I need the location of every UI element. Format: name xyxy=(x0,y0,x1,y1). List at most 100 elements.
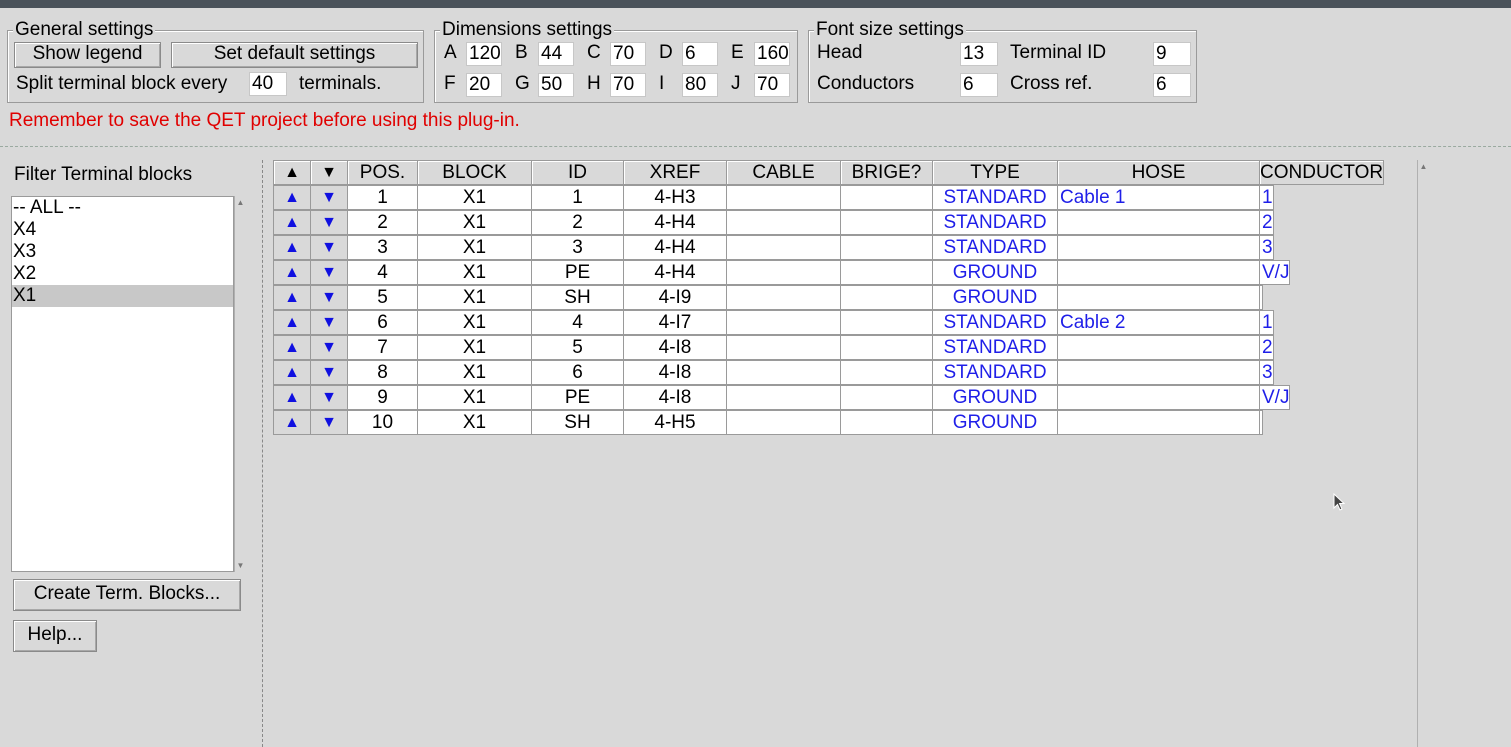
move-down-icon[interactable]: ▼ xyxy=(310,260,348,285)
dimension-d-input[interactable]: 6 xyxy=(682,42,718,66)
cell-hose[interactable] xyxy=(1057,335,1260,360)
cell-type[interactable]: STANDARD xyxy=(932,210,1058,235)
cell-conductor[interactable]: 1 xyxy=(1259,310,1274,335)
cell-hose[interactable] xyxy=(1057,385,1260,410)
cell-type[interactable]: GROUND xyxy=(932,410,1058,435)
cell-cable[interactable] xyxy=(726,385,841,410)
cell-type[interactable]: STANDARD xyxy=(932,310,1058,335)
move-up-icon[interactable]: ▲ xyxy=(273,285,311,310)
cell-type[interactable]: STANDARD xyxy=(932,235,1058,260)
header-id[interactable]: ID xyxy=(531,160,624,185)
header-block[interactable]: BLOCK xyxy=(417,160,532,185)
move-down-icon[interactable]: ▼ xyxy=(310,210,348,235)
scroll-down-icon[interactable]: ▼ xyxy=(236,561,245,570)
cell-type[interactable]: STANDARD xyxy=(932,360,1058,385)
cell-conductor[interactable]: V/J xyxy=(1259,385,1291,410)
move-down-icon[interactable]: ▼ xyxy=(310,310,348,335)
header-brige[interactable]: BRIGE? xyxy=(840,160,933,185)
dimension-f-input[interactable]: 20 xyxy=(466,73,502,97)
pane-divider[interactable] xyxy=(262,160,263,747)
cell-brige[interactable] xyxy=(840,385,933,410)
move-up-icon[interactable]: ▲ xyxy=(273,335,311,360)
move-up-icon[interactable]: ▲ xyxy=(273,385,311,410)
header-pos[interactable]: POS. xyxy=(347,160,418,185)
cell-conductor[interactable] xyxy=(1259,285,1263,310)
cell-brige[interactable] xyxy=(840,285,933,310)
dimension-g-input[interactable]: 50 xyxy=(538,73,574,97)
filter-list-item[interactable]: X2 xyxy=(12,263,233,285)
table-scrollbar[interactable]: ▲ xyxy=(1417,160,1428,747)
cell-conductor[interactable]: 3 xyxy=(1259,360,1274,385)
header-hose[interactable]: HOSE xyxy=(1057,160,1260,185)
move-up-icon[interactable]: ▲ xyxy=(273,235,311,260)
cell-cable[interactable] xyxy=(726,185,841,210)
header-conductor[interactable]: CONDUCTOR xyxy=(1259,160,1385,185)
filter-list-item[interactable]: -- ALL -- xyxy=(12,197,233,219)
cross-ref-size-input[interactable]: 6 xyxy=(1153,73,1191,97)
move-down-icon[interactable]: ▼ xyxy=(310,235,348,260)
cell-hose[interactable] xyxy=(1057,210,1260,235)
cell-cable[interactable] xyxy=(726,335,841,360)
cell-cable[interactable] xyxy=(726,410,841,435)
move-up-icon[interactable]: ▲ xyxy=(273,310,311,335)
show-legend-button[interactable]: Show legend xyxy=(14,42,161,68)
cell-brige[interactable] xyxy=(840,235,933,260)
cell-conductor[interactable]: 1 xyxy=(1259,185,1274,210)
dimension-b-input[interactable]: 44 xyxy=(538,42,574,66)
header-type[interactable]: TYPE xyxy=(932,160,1058,185)
cell-cable[interactable] xyxy=(726,210,841,235)
cell-cable[interactable] xyxy=(726,235,841,260)
cell-hose[interactable] xyxy=(1057,260,1260,285)
filter-list-item[interactable]: X4 xyxy=(12,219,233,241)
conductors-size-input[interactable]: 6 xyxy=(960,73,998,97)
cell-brige[interactable] xyxy=(840,360,933,385)
move-down-icon[interactable]: ▼ xyxy=(310,360,348,385)
cell-hose[interactable] xyxy=(1057,360,1260,385)
cell-brige[interactable] xyxy=(840,185,933,210)
dimension-i-input[interactable]: 80 xyxy=(682,73,718,97)
cell-type[interactable]: STANDARD xyxy=(932,185,1058,210)
cell-cable[interactable] xyxy=(726,285,841,310)
cell-brige[interactable] xyxy=(840,410,933,435)
move-up-icon[interactable]: ▲ xyxy=(273,185,311,210)
cell-brige[interactable] xyxy=(840,210,933,235)
dimension-c-input[interactable]: 70 xyxy=(610,42,646,66)
cell-brige[interactable] xyxy=(840,310,933,335)
filter-list-item[interactable]: X3 xyxy=(12,241,233,263)
cell-hose[interactable]: Cable 1 xyxy=(1057,185,1260,210)
cell-hose[interactable] xyxy=(1057,410,1260,435)
head-size-input[interactable]: 13 xyxy=(960,42,998,66)
dimension-h-input[interactable]: 70 xyxy=(610,73,646,97)
cell-type[interactable]: GROUND xyxy=(932,260,1058,285)
cell-brige[interactable] xyxy=(840,335,933,360)
cell-brige[interactable] xyxy=(840,260,933,285)
help-button[interactable]: Help... xyxy=(13,620,97,652)
split-every-input[interactable]: 40 xyxy=(249,72,287,96)
cell-conductor[interactable]: 2 xyxy=(1259,335,1274,360)
cell-hose[interactable]: Cable 2 xyxy=(1057,310,1260,335)
move-down-icon[interactable]: ▼ xyxy=(310,335,348,360)
move-down-icon[interactable]: ▼ xyxy=(310,385,348,410)
scroll-up-icon[interactable]: ▲ xyxy=(236,198,245,207)
dimension-a-input[interactable]: 120 xyxy=(466,42,502,66)
cell-cable[interactable] xyxy=(726,360,841,385)
filter-list-scrollbar[interactable]: ▲ ▼ xyxy=(234,196,245,572)
move-down-icon[interactable]: ▼ xyxy=(310,285,348,310)
header-xref[interactable]: XREF xyxy=(623,160,727,185)
terminal-id-size-input[interactable]: 9 xyxy=(1153,42,1191,66)
terminal-block-filter-list[interactable]: -- ALL -- X4 X3 X2 X1 xyxy=(11,196,234,572)
table-scroll-up-icon[interactable]: ▲ xyxy=(1419,162,1428,171)
cell-conductor[interactable]: 2 xyxy=(1259,210,1274,235)
filter-list-item[interactable]: X1 xyxy=(12,285,233,307)
move-up-icon[interactable]: ▲ xyxy=(273,260,311,285)
cell-hose[interactable] xyxy=(1057,235,1260,260)
cell-conductor[interactable]: 3 xyxy=(1259,235,1274,260)
cell-type[interactable]: GROUND xyxy=(932,385,1058,410)
cell-type[interactable]: GROUND xyxy=(932,285,1058,310)
dimension-j-input[interactable]: 70 xyxy=(754,73,790,97)
move-up-icon[interactable]: ▲ xyxy=(273,410,311,435)
create-term-blocks-button[interactable]: Create Term. Blocks... xyxy=(13,579,241,611)
set-default-settings-button[interactable]: Set default settings xyxy=(171,42,418,68)
move-down-icon[interactable]: ▼ xyxy=(310,185,348,210)
move-up-icon[interactable]: ▲ xyxy=(273,210,311,235)
